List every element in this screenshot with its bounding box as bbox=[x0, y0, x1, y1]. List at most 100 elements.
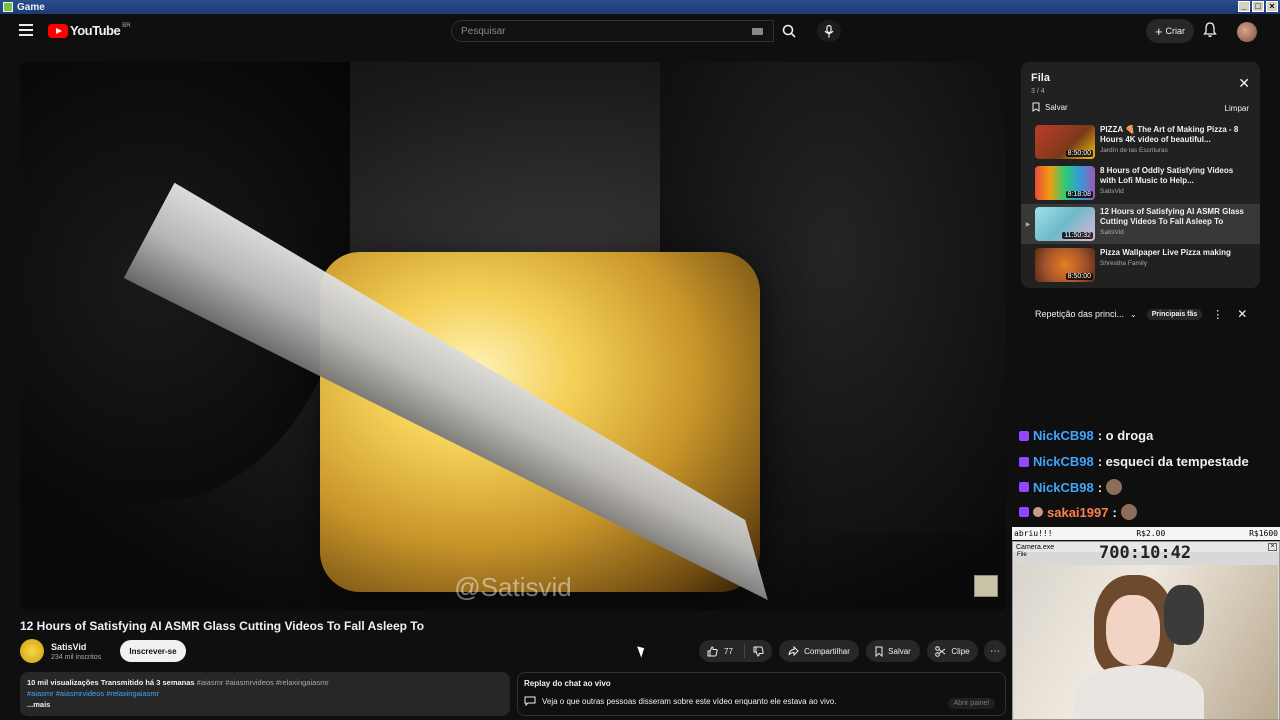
create-button[interactable]: + Criar bbox=[1146, 19, 1194, 43]
thumbs-up-icon bbox=[707, 645, 718, 656]
queue-item-channel: SatisVid bbox=[1100, 188, 1124, 195]
maximize-button[interactable]: □ bbox=[1252, 1, 1264, 12]
voice-search-button[interactable] bbox=[817, 20, 841, 42]
youtube-play-icon bbox=[48, 23, 68, 38]
emote-icon bbox=[1120, 504, 1137, 520]
camera-close-icon[interactable]: × bbox=[1268, 543, 1277, 551]
chevron-down-icon[interactable]: ⌄ bbox=[1130, 310, 1137, 319]
menu-icon[interactable] bbox=[19, 24, 33, 36]
camera-window: Camera.exe File 700:10:42 × bbox=[1012, 541, 1280, 720]
more-actions-icon[interactable]: ⋯ bbox=[984, 640, 1006, 662]
channel-name[interactable]: SatisVid bbox=[51, 642, 86, 652]
video-watermark: @Satisvid bbox=[454, 572, 572, 602]
country-code: BR bbox=[122, 23, 131, 29]
description-line1: 10 mil visualizações Transmitido há 3 se… bbox=[27, 677, 503, 688]
queue-item[interactable]: 8:18:08 8 Hours of Oddly Satisfying Vide… bbox=[1021, 163, 1260, 203]
twitch-badge-icon bbox=[1019, 456, 1029, 467]
account-avatar[interactable] bbox=[1237, 22, 1257, 42]
window-titlebar: Game _ □ × bbox=[0, 0, 1280, 14]
queue-thumbnail: 8:18:08 bbox=[1035, 166, 1095, 200]
search-box bbox=[451, 20, 774, 42]
views-date: 10 mil visualizações Transmitido há 3 se… bbox=[27, 678, 195, 687]
chat-username[interactable]: NickCB98 bbox=[1033, 480, 1094, 495]
keyboard-icon[interactable] bbox=[752, 28, 763, 35]
replay-line: Veja o que outras pessoas disseram sobre… bbox=[524, 696, 999, 706]
share-label: Compartilhar bbox=[804, 646, 850, 656]
minimize-button[interactable]: _ bbox=[1238, 1, 1250, 12]
window-controls: _ □ × bbox=[1238, 1, 1278, 12]
queue-item[interactable]: 8:50:00 Pizza Wallpaper Live Pizza makin… bbox=[1021, 245, 1260, 285]
queue-item-title: 12 Hours of Satisfying AI ASMR Glass Cut… bbox=[1100, 207, 1244, 226]
queue-item-current[interactable]: ▶ 11:50:32 12 Hours of Satisfying AI ASM… bbox=[1021, 204, 1260, 244]
top-fans-badge[interactable]: Principais fãs bbox=[1146, 308, 1203, 320]
scissors-icon bbox=[935, 645, 946, 657]
like-dislike-group: 77 bbox=[699, 640, 772, 662]
streamer-body bbox=[1074, 665, 1204, 719]
youtube-logo[interactable]: YouTube BR bbox=[48, 23, 131, 38]
channel-watermark-icon[interactable] bbox=[974, 575, 998, 597]
search-input[interactable] bbox=[461, 25, 741, 37]
video-player[interactable]: @Satisvid bbox=[20, 62, 1006, 611]
donation-goal: R$1600 bbox=[1249, 529, 1278, 538]
chat-message: sakai1997 : bbox=[1019, 504, 1137, 520]
dislike-button[interactable] bbox=[745, 646, 764, 657]
mouse-cursor-icon bbox=[637, 644, 647, 658]
queue-item-channel: Jardín de las Escrituras bbox=[1100, 147, 1168, 154]
streamer-face bbox=[1106, 595, 1160, 665]
search-icon bbox=[782, 24, 796, 38]
chat-mode-dropdown[interactable]: Repetição das princi... bbox=[1035, 309, 1124, 319]
donation-bar: abriu!!! R$2.00 R$1600 bbox=[1012, 527, 1280, 540]
show-more-link[interactable]: ...mais bbox=[27, 699, 503, 710]
close-icon[interactable]: ✕ bbox=[1238, 75, 1250, 92]
app-icon bbox=[3, 2, 13, 12]
like-count: 77 bbox=[724, 646, 733, 656]
like-button[interactable]: 77 bbox=[699, 644, 745, 658]
chat-username[interactable]: sakai1997 bbox=[1047, 505, 1108, 520]
search-button[interactable] bbox=[774, 20, 804, 42]
queue-item-title: 8 Hours of Oddly Satisfying Videos with … bbox=[1100, 166, 1234, 185]
replay-text: Veja o que outras pessoas disseram sobre… bbox=[542, 696, 837, 706]
queue-thumbnail: 8:50:00 bbox=[1035, 248, 1095, 282]
chat-username[interactable]: NickCB98 bbox=[1033, 454, 1094, 469]
stream-timer: 700:10:42 bbox=[1099, 543, 1192, 563]
chat-message: NickCB98 : bbox=[1019, 479, 1123, 495]
close-chat-icon[interactable]: ✕ bbox=[1237, 307, 1247, 321]
queue-count: 3 / 4 bbox=[1031, 88, 1045, 95]
thumbs-down-icon bbox=[753, 646, 764, 657]
queue-duration: 8:50:00 bbox=[1065, 273, 1093, 280]
share-icon bbox=[788, 646, 799, 656]
twitch-badge-icon bbox=[1019, 430, 1029, 441]
share-button[interactable]: Compartilhar bbox=[779, 640, 859, 662]
channel-avatar[interactable] bbox=[20, 639, 44, 663]
close-window-button[interactable]: × bbox=[1266, 1, 1278, 12]
notifications-button[interactable] bbox=[1203, 22, 1217, 43]
plus-icon: + bbox=[1154, 23, 1163, 39]
queue-duration: 11:50:32 bbox=[1062, 232, 1093, 239]
bookmark-icon bbox=[1032, 102, 1040, 112]
donation-message: abriu!!! bbox=[1014, 529, 1053, 538]
hashtags[interactable]: #aiasmr #aiasmrvideos #relaxingaiasmr bbox=[27, 688, 503, 699]
replay-title: Replay do chat ao vivo bbox=[524, 679, 611, 688]
queue-item-title: Pizza Wallpaper Live Pizza making bbox=[1100, 248, 1231, 257]
twitch-badge-icon bbox=[1019, 507, 1029, 517]
subscribe-button[interactable]: Inscrever-se bbox=[120, 640, 186, 662]
queue-thumbnail: 11:50:32 bbox=[1035, 207, 1095, 241]
more-options-icon[interactable]: ⋮ bbox=[1212, 308, 1223, 321]
description-tags-inline: #aiasmr #aiasmrvideos #relaxingaiasmr bbox=[196, 678, 329, 687]
youtube-header: YouTube BR + Criar bbox=[0, 14, 1280, 48]
description-box[interactable]: 10 mil visualizações Transmitido há 3 se… bbox=[20, 672, 510, 716]
queue-item[interactable]: 8:50:00 PIZZA 🍕 The Art of Making Pizza … bbox=[1021, 122, 1260, 162]
now-playing-icon: ▶ bbox=[1025, 221, 1031, 228]
queue-clear-button[interactable]: Limpar bbox=[1225, 104, 1249, 113]
twitch-badge-icon bbox=[1019, 482, 1029, 492]
video-title: 12 Hours of Satisfying AI ASMR Glass Cut… bbox=[20, 619, 425, 633]
window-title: Game bbox=[17, 1, 45, 13]
chat-text: : bbox=[1097, 479, 1103, 495]
chat-username[interactable]: NickCB98 bbox=[1033, 428, 1094, 443]
open-panel-button[interactable]: Abrir painel bbox=[947, 698, 995, 709]
save-button[interactable]: Salvar bbox=[866, 640, 920, 662]
clip-button[interactable]: Clipe bbox=[927, 640, 978, 662]
queue-save-button[interactable]: Salvar bbox=[1032, 102, 1068, 112]
queue-duration: 8:18:08 bbox=[1065, 191, 1093, 198]
video-frame bbox=[20, 62, 1006, 611]
